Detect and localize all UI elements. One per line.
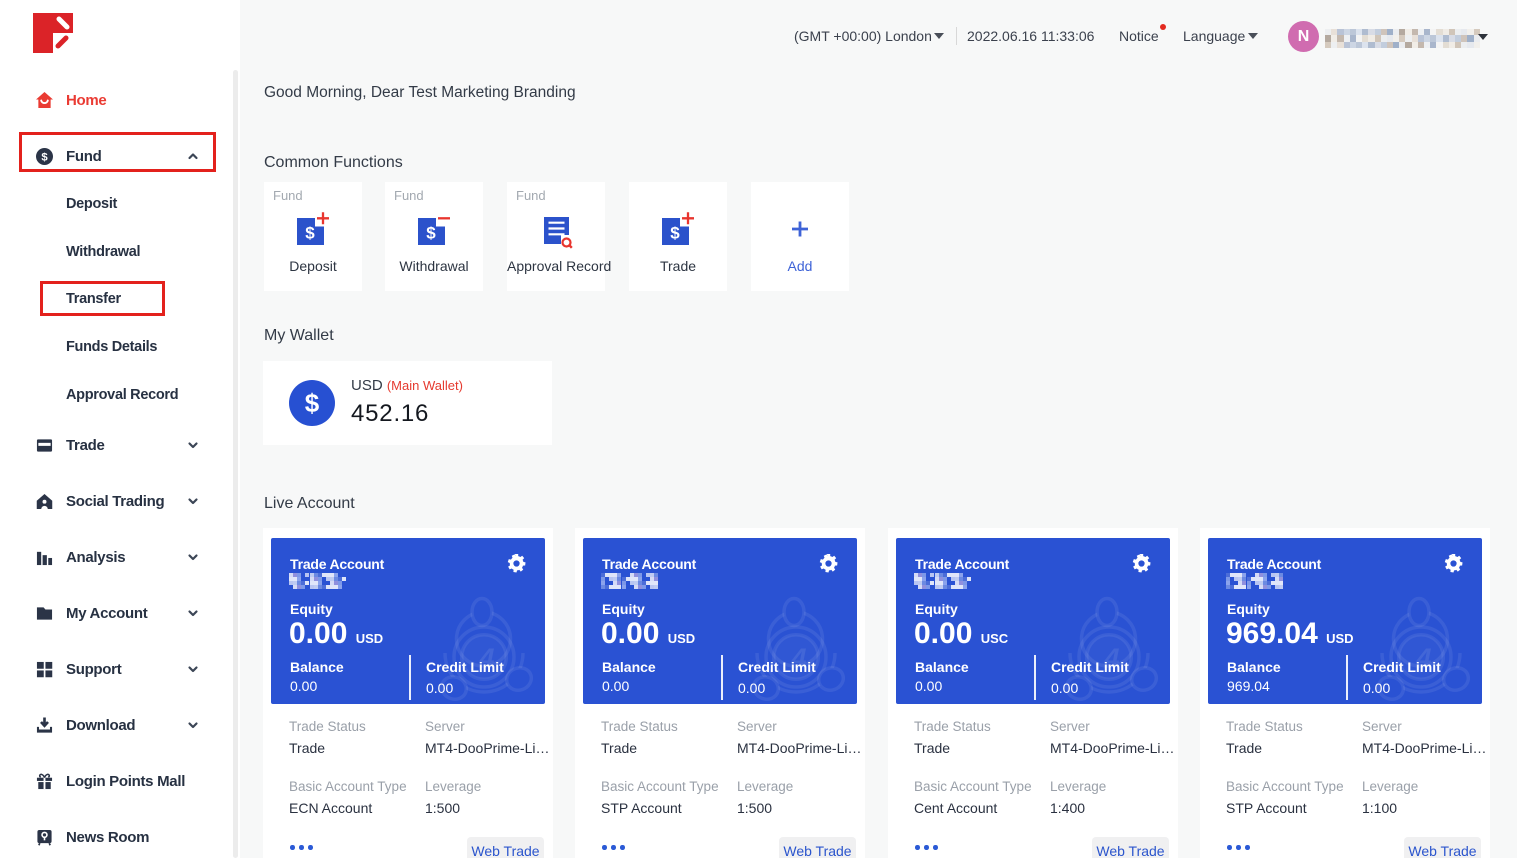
svg-text:$: $: [41, 151, 48, 163]
svg-text:$: $: [670, 224, 680, 243]
svg-text:$: $: [426, 224, 436, 243]
svg-text:$: $: [305, 224, 315, 243]
